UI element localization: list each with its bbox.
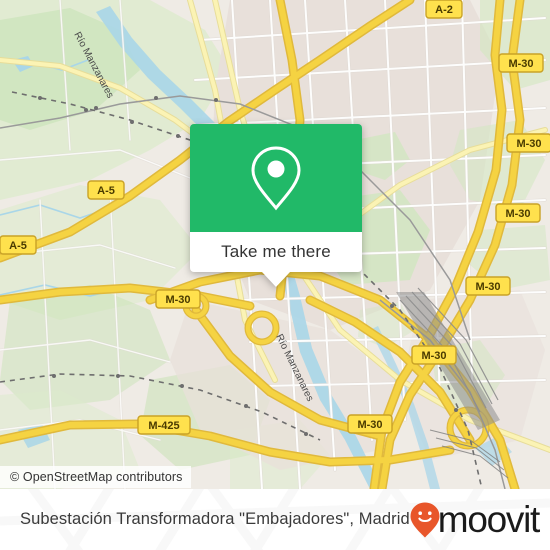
svg-text:A-5: A-5	[9, 240, 27, 252]
map-pin-icon	[251, 146, 301, 211]
moovit-pin-smiley-icon	[410, 502, 440, 537]
road-shield: A-2	[425, 0, 463, 19]
take-me-there-button[interactable]: Take me there	[190, 232, 362, 272]
svg-text:M-30: M-30	[357, 419, 382, 431]
road-shield: A-5	[87, 180, 125, 200]
road-shield: M-30	[155, 289, 201, 309]
road-shield: M-30	[506, 133, 550, 153]
svg-text:A-5: A-5	[97, 185, 115, 197]
moovit-wordmark: moovit	[437, 499, 540, 540]
road-shield: M-30	[347, 414, 393, 434]
place-title: Subestación Transformadora "Embajadores"…	[20, 510, 410, 528]
take-me-there-label: Take me there	[221, 242, 331, 261]
road-shield: M-30	[495, 203, 541, 223]
osm-attribution[interactable]: © OpenStreetMap contributors	[0, 466, 191, 488]
road-shield: M-30	[498, 53, 544, 73]
callout-icon-panel	[190, 124, 362, 232]
road-shield: M-425	[137, 415, 191, 435]
svg-text:M-425: M-425	[148, 420, 179, 432]
svg-text:M-30: M-30	[421, 350, 446, 362]
footer-bar: Subestación Transformadora "Embajadores"…	[0, 489, 550, 550]
svg-text:M-30: M-30	[165, 294, 190, 306]
take-me-there-callout[interactable]: Take me there	[190, 124, 362, 287]
moovit-logo[interactable]: moovit	[410, 499, 540, 540]
callout-pointer	[262, 272, 290, 287]
road-shield: A-5	[0, 235, 37, 255]
svg-text:M-30: M-30	[505, 208, 530, 220]
road-shield: M-30	[465, 276, 511, 296]
moovit-map-share-card: .urban{fill:#e8e0da;} .park{fill:#cfe7bd…	[0, 0, 550, 550]
svg-text:M-30: M-30	[516, 138, 541, 150]
road-shield: M-30	[411, 345, 457, 365]
svg-text:M-30: M-30	[508, 58, 533, 70]
svg-text:M-30: M-30	[475, 281, 500, 293]
svg-text:A-2: A-2	[435, 4, 453, 16]
